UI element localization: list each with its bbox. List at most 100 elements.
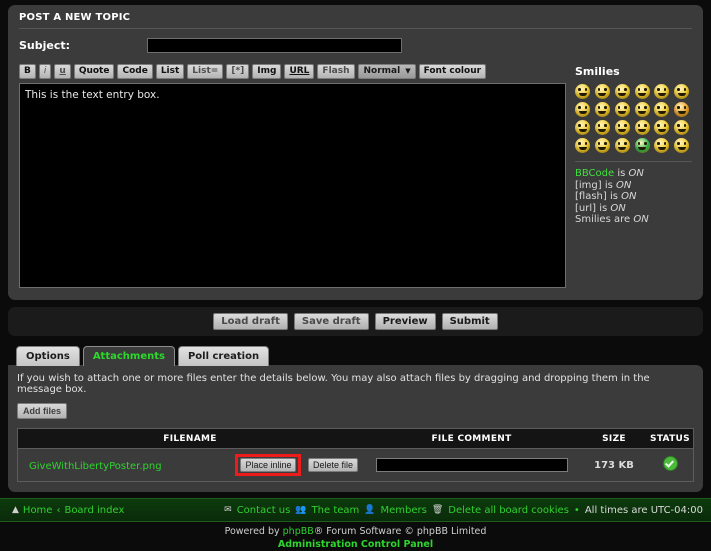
attachment-note: If you wish to attach one or more files … xyxy=(17,373,650,395)
smilie-surprised[interactable] xyxy=(654,84,670,99)
editor-column: B i u Quote Code List List= [*] Img URL … xyxy=(19,64,566,291)
bbcode-status-value: ON xyxy=(610,202,626,214)
smilie-confused[interactable] xyxy=(575,102,590,117)
place-inline-button[interactable]: Place inline xyxy=(240,458,297,472)
tab-options[interactable]: Options xyxy=(16,346,80,366)
preview-button[interactable]: Preview xyxy=(374,313,436,330)
envelope-icon: ✉ xyxy=(224,505,232,515)
attachment-filename-cell: GiveWithLibertyPoster.png Place inline D… xyxy=(17,448,362,482)
smilie-mouth xyxy=(598,128,607,132)
smilie-ugeek[interactable] xyxy=(674,138,690,153)
attachment-status-cell xyxy=(647,448,694,482)
editor-area: B i u Quote Code List List= [*] Img URL … xyxy=(19,64,692,291)
code-button[interactable]: Code xyxy=(117,64,153,79)
bbcode-status-label[interactable]: BBCode xyxy=(575,168,614,179)
bbcode-status-verb: is xyxy=(606,191,622,202)
powered-by-footer: Powered by phpBB® Forum Software © phpBB… xyxy=(0,526,711,551)
submit-bar: Load draft Save draft Preview Submit xyxy=(8,307,703,336)
list-button[interactable]: List xyxy=(155,64,185,79)
smilie-laughing[interactable] xyxy=(614,102,630,117)
powered-suffix: ® Forum Software © phpBB Limited xyxy=(313,526,487,537)
tab-poll-creation[interactable]: Poll creation xyxy=(177,346,270,366)
bullet-separator: • xyxy=(573,504,580,516)
delete-file-button[interactable]: Delete file xyxy=(307,458,358,472)
underline-button[interactable]: u xyxy=(54,64,71,79)
url-button[interactable]: URL xyxy=(284,64,315,79)
breadcrumb-board-index-link[interactable]: Board index xyxy=(64,505,124,516)
column-header-file-comment: FILE COMMENT xyxy=(362,428,581,449)
members-link[interactable]: Members xyxy=(381,505,427,516)
attachment-comment-cell xyxy=(362,448,581,482)
font-size-value: Normal xyxy=(363,66,401,76)
smilie-question[interactable] xyxy=(674,120,690,135)
smilie-rolleyes[interactable] xyxy=(634,120,650,135)
column-header-filename: FILENAME xyxy=(17,428,362,449)
footer-links: ✉ Contact us 👥 The team 👤 Members 🗑 Dele… xyxy=(224,505,711,516)
post-new-topic-panel: POST A NEW TOPIC Subject: B i u Quote Co… xyxy=(8,5,703,300)
smilie-crying[interactable] xyxy=(575,120,590,135)
submit-button[interactable]: Submit xyxy=(441,313,498,330)
smilie-mouth xyxy=(657,92,666,96)
font-size-select[interactable]: Normal ▼ xyxy=(357,64,416,79)
smilie-mad[interactable] xyxy=(634,102,650,117)
smilie-mouth xyxy=(618,128,627,132)
bbcode-status-row: [img] is ON xyxy=(575,179,692,192)
tab-attachments[interactable]: Attachments xyxy=(82,346,175,366)
smilie-exclamation[interactable] xyxy=(654,120,670,135)
the-team-link[interactable]: The team xyxy=(312,505,360,516)
members-icon: 👤 xyxy=(364,505,376,515)
font-colour-button[interactable]: Font colour xyxy=(418,64,487,79)
smilie-twisted[interactable] xyxy=(614,120,630,135)
smilie-arrow[interactable] xyxy=(594,138,610,153)
list-item-button[interactable]: [*] xyxy=(226,64,250,79)
bbcode-status-label: [img] xyxy=(575,179,602,191)
powered-prefix: Powered by xyxy=(224,526,283,537)
contact-us-link[interactable]: Contact us xyxy=(237,505,291,516)
quote-button[interactable]: Quote xyxy=(73,64,115,79)
smilie-cool[interactable] xyxy=(594,102,610,117)
smilie-shocked[interactable] xyxy=(674,84,690,99)
attachment-size: 173 KB xyxy=(581,448,647,482)
smilie-mouth xyxy=(618,110,627,114)
smilie-razz[interactable] xyxy=(654,102,670,117)
image-button[interactable]: Img xyxy=(252,64,282,79)
column-header-size: SIZE xyxy=(581,428,647,449)
bbcode-status-verb: is xyxy=(614,168,629,179)
bbcode-status-value: ON xyxy=(621,191,637,202)
subject-label: Subject: xyxy=(19,39,71,52)
smilie-smile[interactable] xyxy=(594,84,610,99)
bold-button[interactable]: B xyxy=(19,64,36,79)
bbcode-status-verb: is xyxy=(601,179,617,191)
add-files-button[interactable]: Add files xyxy=(17,403,68,419)
smilie-geek[interactable] xyxy=(654,138,670,153)
smilie-mouth xyxy=(638,92,646,96)
bbcode-status-value: ON xyxy=(633,214,649,225)
save-draft-button[interactable]: Save draft xyxy=(293,313,369,330)
phpbb-link[interactable]: phpBB xyxy=(283,526,314,537)
bbcode-status-label: Smilies xyxy=(575,214,611,225)
smilie-neutral[interactable] xyxy=(614,138,630,153)
list-ordered-button[interactable]: List= xyxy=(187,64,224,79)
smilie-evil[interactable] xyxy=(594,120,610,135)
smilie-mrgreen[interactable] xyxy=(634,138,650,153)
subject-input[interactable] xyxy=(147,38,402,53)
bbcode-status-row: Smilies are ON xyxy=(575,214,692,226)
bbcode-status-label: [url] xyxy=(575,202,597,214)
message-textarea[interactable] xyxy=(19,83,566,288)
smilie-wink[interactable] xyxy=(614,84,630,99)
flash-button[interactable]: Flash xyxy=(317,64,355,79)
post-options-tabs: Options Attachments Poll creation xyxy=(16,346,711,366)
smilie-sad[interactable] xyxy=(634,84,650,99)
smilie-idea[interactable] xyxy=(575,138,590,153)
load-draft-button[interactable]: Load draft xyxy=(213,313,288,330)
delete-cookies-link[interactable]: Delete all board cookies xyxy=(448,505,569,516)
smilie-mouth xyxy=(657,146,666,150)
attachment-filename-link[interactable]: GiveWithLibertyPoster.png xyxy=(22,461,162,472)
admin-control-panel-link[interactable]: Administration Control Panel xyxy=(0,539,711,551)
bbcode-status-label: [flash] xyxy=(575,191,607,202)
italic-button[interactable]: i xyxy=(38,64,52,79)
smilie-biggrin[interactable] xyxy=(575,84,590,99)
file-comment-input[interactable] xyxy=(375,458,568,472)
breadcrumb-home-link[interactable]: Home xyxy=(23,505,53,516)
smilie-embarrassed[interactable] xyxy=(674,102,690,117)
